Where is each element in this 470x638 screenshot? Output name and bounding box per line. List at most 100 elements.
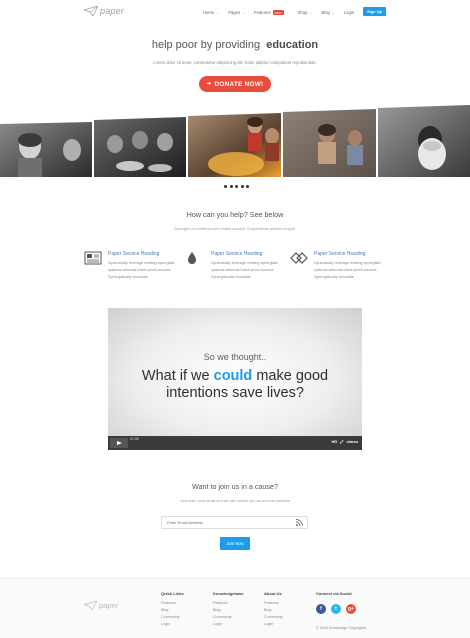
join-section-subtitle: Just enter your email and we will contac… — [180, 499, 290, 503]
service-line: Dynamically leverage existing synergisti… — [108, 261, 176, 265]
footer-link[interactable]: Features — [264, 600, 283, 607]
menu-label: Features — [254, 10, 271, 15]
footer-link[interactable]: Blog — [161, 607, 184, 614]
service-heading[interactable]: Paper Service Heading — [211, 251, 262, 257]
video-player[interactable]: So we thought.. What if we could make go… — [108, 308, 362, 450]
footer-column-heading: Connect via Social — [316, 591, 352, 596]
footer-column-heading: Knowledgebase — [213, 591, 244, 596]
menu-item-blog[interactable]: Blog ⌄ — [321, 10, 334, 15]
join-now-button[interactable]: Join Now — [220, 537, 250, 550]
carousel-dot[interactable] — [224, 185, 227, 188]
footer-link[interactable]: Login — [161, 621, 184, 628]
new-badge: NEW — [272, 10, 284, 15]
footer-link[interactable]: Blog — [264, 607, 283, 614]
google-plus-icon[interactable]: g+ — [346, 604, 356, 614]
help-section-title: How can you help? See below — [186, 210, 284, 219]
menu-item-login[interactable]: Login — [344, 10, 354, 15]
gallery-photo-2[interactable] — [94, 117, 186, 177]
footer-column-heading: Quick Links — [161, 591, 184, 596]
donate-button[interactable]: ➜ DONATE NOW! — [199, 76, 271, 92]
service-heading[interactable]: Paper Service Heading — [314, 251, 365, 257]
footer-column-social: Connect via Social — [316, 591, 352, 600]
copyright: © 2016 Knowledge Copyrights — [316, 626, 366, 630]
hero-title-text: help poor by providing — [151, 39, 261, 51]
chevron-down-icon: ⌄ — [242, 10, 246, 15]
service-line: systems whereas future-proof sources — [108, 268, 171, 272]
join-section-title: Want to join us in a cause? — [191, 482, 279, 491]
logo[interactable]: paper — [84, 6, 124, 16]
chevron-down-icon: ⌄ — [309, 10, 313, 15]
service-line: Dynamically leverage existing synergisti… — [314, 261, 382, 265]
video-progress-bar[interactable] — [130, 439, 305, 447]
footer-link[interactable]: Features — [161, 600, 184, 607]
facebook-icon[interactable]: f — [316, 604, 326, 614]
menu-label: Shop — [297, 10, 308, 15]
video-caption-text: intentions save lives? — [166, 385, 304, 401]
footer-link[interactable]: Blog — [213, 607, 243, 614]
menu-item-features[interactable]: Features NEW ⌄ — [254, 10, 289, 15]
footer-link[interactable]: Login — [213, 621, 243, 628]
gallery-photo-4[interactable] — [283, 109, 376, 177]
video-time: 01:08 — [130, 437, 139, 441]
top-navbar: paper Home ⌄ Pages ⌄ Features NEW ⌄ Shop ⌄ Bl… — [0, 0, 470, 24]
menu-label: Blog — [321, 10, 330, 15]
hero-title: help poor by providing education — [0, 39, 470, 51]
menu-item-home[interactable]: Home ⌄ — [203, 10, 219, 15]
diamond-link-icon — [290, 252, 308, 264]
menu-label: Pages — [228, 10, 241, 15]
email-field[interactable] — [161, 516, 308, 529]
gallery-photo-1[interactable] — [0, 122, 92, 177]
footer: paper Quick Links Features Blog Communit… — [0, 578, 470, 638]
footer-link[interactable]: Login — [264, 621, 283, 628]
footer-link[interactable]: Community — [161, 614, 184, 621]
footer-logo[interactable]: paper — [84, 601, 118, 610]
footer-link[interactable]: Community — [213, 614, 243, 621]
vimeo-logo[interactable]: vimeo — [346, 439, 358, 444]
footer-link[interactable]: Community — [264, 614, 283, 621]
paper-plane-icon — [84, 6, 98, 16]
twitter-icon[interactable]: t — [331, 604, 341, 614]
carousel-dot[interactable] — [240, 185, 244, 188]
gallery-photo-3[interactable] — [188, 113, 281, 177]
drop-icon — [188, 252, 196, 264]
hd-toggle[interactable]: HD — [331, 439, 337, 444]
carousel-dots — [224, 185, 249, 188]
video-caption-small: So we thought.. — [203, 352, 267, 362]
footer-column-quick-links: Quick Links Features Blog Community Logi… — [161, 591, 184, 628]
chevron-down-icon: ⌄ — [216, 10, 220, 15]
social-icons: f t g+ — [316, 604, 356, 614]
help-section-subtitle: Sed eget orci eleifend enim mattis susci… — [174, 227, 296, 231]
footer-link[interactable]: Features — [213, 600, 243, 607]
gallery-strip — [0, 105, 470, 177]
video-caption-big: What if we could make good intentions sa… — [108, 368, 362, 402]
hero-title-emphasis: education — [266, 39, 319, 51]
photo-gallery — [0, 104, 470, 179]
chevron-down-icon: ⌄ — [285, 10, 289, 15]
newspaper-icon — [84, 251, 102, 265]
video-controls: 01:08 HD ⤢ vimeo — [108, 436, 362, 450]
footer-column-heading: About Us — [264, 591, 282, 596]
service-line: systems whereas future-proof sources — [211, 268, 274, 272]
video-meta: HD ⤢ vimeo — [331, 439, 358, 444]
service-line: Synergistically formulate — [314, 275, 354, 279]
footer-column-knowledgebase: Knowledgebase Features Blog Community Lo… — [213, 591, 243, 628]
logo-text: paper — [100, 6, 125, 16]
service-line: systems whereas future-proof sources — [314, 268, 377, 272]
service-line: Synergistically formulate — [108, 275, 148, 279]
service-line: Dynamically leverage existing synergisti… — [211, 261, 279, 265]
carousel-dot[interactable] — [229, 185, 233, 188]
play-button[interactable] — [110, 438, 128, 448]
service-heading[interactable]: Paper Service Heading — [108, 251, 159, 257]
footer-logo-text: paper — [99, 601, 119, 610]
footer-column-about-us: About Us Features Blog Community Login — [264, 591, 283, 628]
signup-button[interactable]: Sign Up — [363, 7, 386, 16]
menu-item-pages[interactable]: Pages ⌄ — [228, 10, 245, 15]
video-caption-text: What if we — [141, 368, 210, 384]
carousel-dot[interactable] — [235, 185, 238, 188]
menu-label: Home — [203, 10, 215, 15]
donate-label: DONATE NOW! — [214, 80, 264, 88]
gallery-photo-5[interactable] — [378, 105, 470, 177]
carousel-dot[interactable] — [246, 185, 249, 188]
fullscreen-icon[interactable]: ⤢ — [340, 439, 343, 444]
menu-item-shop[interactable]: Shop ⌄ — [298, 10, 313, 15]
